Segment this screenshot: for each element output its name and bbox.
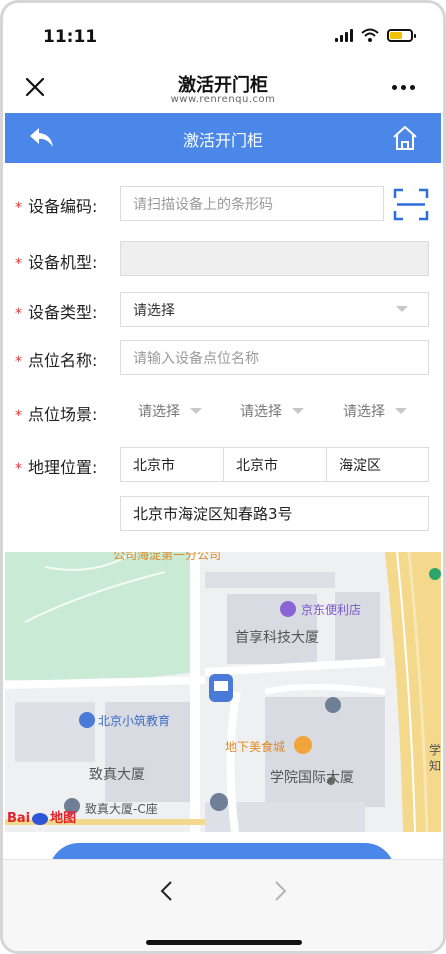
map-view[interactable]: 公司海淀第一分公司 京东便利店 首享科技大厦 北京小筑教育 地下美食城 致真大厦… [5,552,441,832]
map-label-store: 京东便利店 [301,603,362,617]
more-icon[interactable] [392,85,415,90]
device-type-select[interactable]: 请选择 [120,292,429,327]
scene-select-3[interactable]: 请选择 [343,401,407,421]
baidu-map-logo: Bai 地图 [7,811,77,826]
device-model-field [120,241,429,276]
device-code-input[interactable]: 请扫描设备上的条形码 [120,186,384,221]
city-select[interactable]: 北京市 [223,447,327,482]
browser-url: www.renrenqu.com [170,94,276,105]
location-name-input[interactable]: 请输入设备点位名称 [120,340,429,375]
chevron-down-icon [190,408,202,414]
map-label-zhizhen-c: 致真大厦-C座 [85,802,158,816]
signal-icon [335,28,353,42]
scene-select-2[interactable]: 请选择 [240,401,304,421]
status-icons [335,28,416,42]
location-scene-label: * 点位场景: [15,405,98,424]
chevron-down-icon [396,306,408,312]
device-code-label: * 设备编码: [15,197,98,216]
map-label-food-court: 地下美食城 [225,740,286,754]
district-select[interactable]: 海淀区 [326,447,429,482]
scene-select-1[interactable]: 请选择 [138,401,202,421]
chevron-right-icon[interactable] [271,880,289,902]
home-icon[interactable] [391,124,419,152]
scan-icon[interactable] [393,188,429,221]
wifi-icon [361,28,379,42]
chevron-left-icon[interactable] [158,880,176,902]
app-bar: 激活开门柜 [5,113,441,163]
battery-icon [387,28,416,42]
geo-location-label: * 地理位置: [15,458,98,477]
chevron-down-icon [292,408,304,414]
map-label-top: 公司海淀第一分公司 [113,552,222,562]
map-label-academy: 学院国际大厦 [270,770,354,786]
status-bar: 11:11 [3,3,443,63]
map-label-edge: 学知 [429,743,441,773]
map-label-tech-building: 首享科技大厦 [235,630,319,646]
address-input[interactable]: 北京市海淀区知春路3号 [120,496,429,531]
chevron-down-icon [395,408,407,414]
device-model-label: * 设备机型: [15,253,98,272]
phone-frame: 11:11 激活开门柜 www.renrenqu.com 激活开门柜 * 设备编… [0,0,446,954]
province-select[interactable]: 北京市 [120,447,224,482]
browser-header: 激活开门柜 www.renrenqu.com [3,63,443,111]
browser-nav-bar [3,859,443,951]
map-canvas [5,552,441,832]
home-indicator [146,940,302,945]
location-name-label: * 点位名称: [15,351,98,370]
map-label-education: 北京小筑教育 [98,714,171,728]
device-type-label: * 设备类型: [15,303,98,322]
status-time: 11:11 [43,27,98,47]
map-label-zhizhen: 致真大厦 [89,767,145,783]
app-title: 激活开门柜 [182,131,263,150]
